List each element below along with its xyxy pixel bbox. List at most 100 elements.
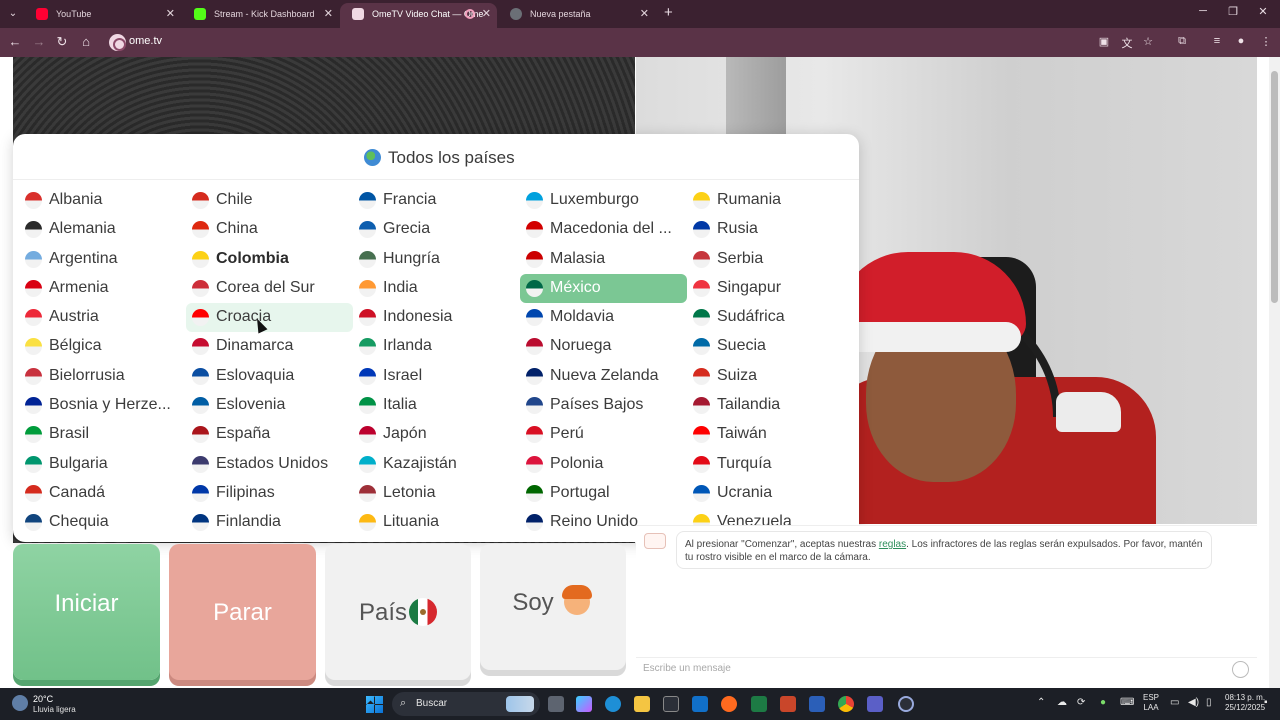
outlook-icon[interactable] xyxy=(692,696,708,712)
country-option[interactable]: China xyxy=(186,215,353,244)
country-option[interactable]: Finlandia xyxy=(186,508,353,537)
excel-icon[interactable] xyxy=(751,696,767,712)
tab-youtube[interactable]: YouTube ✕ xyxy=(24,3,181,28)
address-bar[interactable]: ome.tv xyxy=(104,31,1164,54)
system-clock[interactable]: 08:13 p. m. 25/12/2025 xyxy=(1225,693,1265,713)
country-option[interactable]: Rumania xyxy=(687,186,854,215)
country-option[interactable]: India xyxy=(353,274,520,303)
country-option[interactable]: Rusia xyxy=(687,215,854,244)
powerpoint-icon[interactable] xyxy=(780,696,796,712)
country-option[interactable]: Italia xyxy=(353,391,520,420)
country-option[interactable]: Croacia xyxy=(186,303,353,333)
rules-link[interactable]: reglas xyxy=(879,539,906,550)
minimize-icon[interactable]: ─ xyxy=(1193,5,1213,17)
battery-icon[interactable]: ▯ xyxy=(1206,697,1212,708)
country-option[interactable]: Colombia xyxy=(186,245,353,274)
country-option[interactable]: Chequia xyxy=(19,508,186,537)
country-option[interactable]: Argentina xyxy=(19,245,186,274)
chrome-icon[interactable] xyxy=(838,696,854,712)
edge-icon[interactable] xyxy=(605,696,621,712)
country-option[interactable]: Dinamarca xyxy=(186,332,353,361)
close-window-icon[interactable]: ✕ xyxy=(1253,5,1273,18)
close-icon[interactable]: ✕ xyxy=(166,3,175,25)
bookmark-star-icon[interactable]: ☆ xyxy=(1140,35,1156,48)
country-option[interactable]: Grecia xyxy=(353,215,520,244)
country-option[interactable]: Kazajistán xyxy=(353,450,520,479)
store-icon[interactable] xyxy=(663,696,679,712)
input-language[interactable]: ESP LAA xyxy=(1143,693,1159,713)
country-option[interactable]: Francia xyxy=(353,186,520,215)
country-option[interactable]: Eslovenia xyxy=(186,391,353,420)
firefox-icon[interactable] xyxy=(721,696,737,712)
country-option[interactable]: Filipinas xyxy=(186,479,353,508)
country-button[interactable]: País xyxy=(325,544,471,680)
country-option[interactable]: Ucrania xyxy=(687,479,854,508)
country-option[interactable]: Albania xyxy=(19,186,186,215)
country-option[interactable]: Turquía xyxy=(687,450,854,479)
maximize-icon[interactable]: ❐ xyxy=(1223,5,1243,18)
new-tab-button[interactable]: + xyxy=(664,4,673,21)
country-option[interactable]: Bélgica xyxy=(19,332,186,361)
country-option[interactable]: Brasil xyxy=(19,420,186,449)
country-option[interactable]: Bielorrusia xyxy=(19,362,186,391)
notification-icon[interactable]: ▪ xyxy=(1264,697,1268,708)
media-control-icon[interactable]: ≡ xyxy=(1209,35,1225,47)
stop-button[interactable]: Parar xyxy=(169,544,316,680)
close-icon[interactable]: ✕ xyxy=(482,3,491,25)
emoji-icon[interactable] xyxy=(1232,661,1249,678)
site-info-icon[interactable] xyxy=(109,34,126,51)
home-icon[interactable]: ⌂ xyxy=(77,34,95,49)
obs-icon[interactable] xyxy=(898,696,914,712)
country-option[interactable]: México xyxy=(520,273,687,304)
country-option[interactable]: Austria xyxy=(19,303,186,332)
onedrive-icon[interactable]: ☁ xyxy=(1057,697,1067,708)
windows-start-icon[interactable] xyxy=(366,696,383,713)
microphone-icon[interactable]: ● xyxy=(1100,697,1106,708)
country-option[interactable]: Canadá xyxy=(19,479,186,508)
tab-ometv[interactable]: OmeTV Video Chat — Ome ✕ xyxy=(340,3,497,28)
country-option[interactable]: Letonia xyxy=(353,479,520,508)
country-option[interactable]: Moldavia xyxy=(520,303,687,332)
dropdown-header[interactable]: Todos los países xyxy=(13,134,859,180)
sync-icon[interactable]: ⟳ xyxy=(1077,697,1085,708)
keyboard-icon[interactable]: ⌨ xyxy=(1120,697,1134,708)
country-option[interactable]: Nueva Zelanda xyxy=(520,362,687,391)
country-option[interactable]: Singapur xyxy=(687,274,854,303)
country-option[interactable]: Bulgaria xyxy=(19,450,186,479)
close-icon[interactable]: ✕ xyxy=(640,3,649,25)
country-option[interactable]: Eslovaquia xyxy=(186,362,353,391)
tab-search-chevron-icon[interactable]: ⌄ xyxy=(5,6,21,22)
extensions-icon[interactable]: ⧉ xyxy=(1174,35,1190,48)
country-option[interactable]: Irlanda xyxy=(353,332,520,361)
country-option[interactable]: Lituania xyxy=(353,508,520,537)
country-option[interactable]: España xyxy=(186,420,353,449)
copilot-icon[interactable] xyxy=(576,696,592,712)
country-option[interactable]: Serbia xyxy=(687,245,854,274)
country-option[interactable]: Taiwán xyxy=(687,420,854,449)
gender-button[interactable]: Soy xyxy=(480,544,626,670)
close-icon[interactable]: ✕ xyxy=(324,3,333,25)
profile-avatar-icon[interactable]: ● xyxy=(1233,35,1249,47)
weather-rain-icon[interactable] xyxy=(12,695,28,711)
forward-icon[interactable]: → xyxy=(30,34,48,49)
country-option[interactable]: Bosnia y Herze... xyxy=(19,391,186,420)
country-option[interactable]: Tailandia xyxy=(687,391,854,420)
country-option[interactable]: Suiza xyxy=(687,362,854,391)
tab-new[interactable]: Nueva pestaña ✕ xyxy=(498,3,655,28)
country-option[interactable]: Indonesia xyxy=(353,303,520,332)
page-scrollbar[interactable] xyxy=(1269,57,1280,688)
country-option[interactable]: Polonia xyxy=(520,450,687,479)
start-button[interactable]: Iniciar xyxy=(13,544,160,680)
country-option[interactable]: Israel xyxy=(353,362,520,391)
country-option[interactable]: Corea del Sur xyxy=(186,274,353,303)
cast-icon[interactable]: ▣ xyxy=(1096,35,1112,48)
country-option[interactable]: Luxemburgo xyxy=(520,186,687,215)
kebab-menu-icon[interactable]: ⋮ xyxy=(1258,35,1274,48)
country-option[interactable]: Macedonia del ... xyxy=(520,215,687,244)
country-option[interactable]: Chile xyxy=(186,186,353,215)
country-option[interactable]: Perú xyxy=(520,420,687,449)
volume-icon[interactable]: ◀) xyxy=(1188,697,1199,708)
teams-icon[interactable] xyxy=(867,696,883,712)
reload-icon[interactable]: ↻ xyxy=(53,34,71,50)
word-icon[interactable] xyxy=(809,696,825,712)
